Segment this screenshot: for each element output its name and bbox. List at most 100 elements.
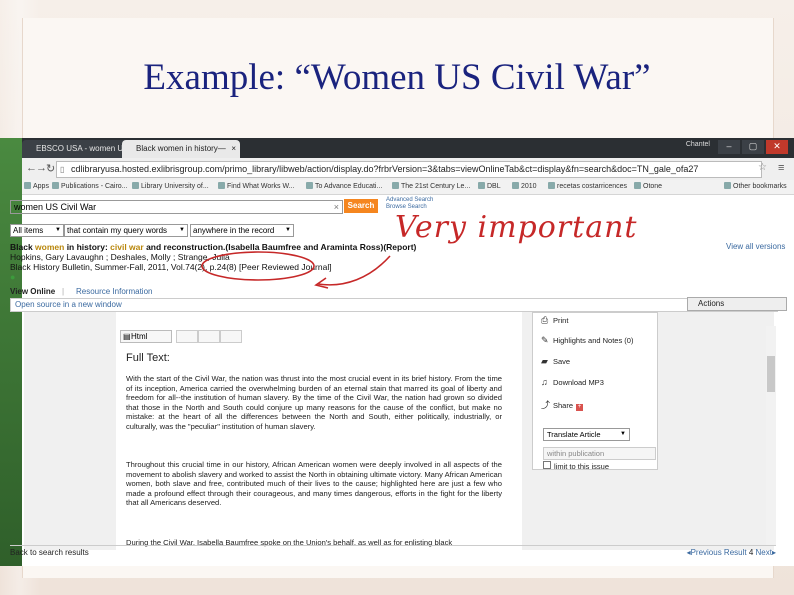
tab-view-online[interactable]: View Online xyxy=(10,286,55,298)
bookmark-item[interactable]: Library University of... xyxy=(132,180,209,194)
chevron-down-icon: ▼ xyxy=(620,431,626,437)
scrollbar-thumb[interactable] xyxy=(767,356,775,392)
view-all-versions-link[interactable]: View all versions xyxy=(726,242,785,251)
result-navigation: ◂Previous Result 4 Next▸ xyxy=(687,546,776,560)
url-text: cdlibraryusa.hosted.exlibrisgroup.com/pr… xyxy=(71,164,699,174)
chevron-down-icon: ▼ xyxy=(55,227,61,233)
tab-separator: | xyxy=(62,287,65,296)
download-mp3-tool[interactable]: ♫ Download MP3 xyxy=(541,377,604,387)
chevron-down-icon: ▼ xyxy=(179,227,185,233)
doc-toolbar-button[interactable] xyxy=(220,330,242,343)
address-bar: ← → ↻ ▯ cdlibraryusa.hosted.exlibrisgrou… xyxy=(22,158,794,181)
search-button[interactable]: Search xyxy=(344,199,378,213)
title-part: and reconstruction.(Isabella Baumfree an… xyxy=(143,242,417,252)
back-to-results-link[interactable]: Back to search results xyxy=(10,546,89,560)
translate-value: Translate Article xyxy=(547,430,601,439)
clear-search-icon[interactable]: × xyxy=(334,201,339,213)
browser-tab-ebsco[interactable]: EBSCO USA - women US× xyxy=(22,140,132,158)
browser-user[interactable]: Chantel xyxy=(686,141,710,148)
bookmark-item[interactable]: Publications - Cairo... xyxy=(52,180,128,194)
music-note-icon: ♫ xyxy=(541,377,548,387)
content-frame: Html Full Text: With the start of the Ci… xyxy=(24,312,774,550)
pencil-icon: ✎ xyxy=(541,335,549,345)
bookmark-item[interactable]: Find What Works W... xyxy=(218,180,295,194)
browser-screenshot: EBSCO USA - women US× Black women in his… xyxy=(0,138,794,566)
print-tool[interactable]: ⎙ Print xyxy=(541,315,568,326)
tab-label: EBSCO USA - women US xyxy=(36,144,129,153)
match-value: that contain my query words xyxy=(67,226,168,235)
bookmark-item[interactable]: recetas costarricences xyxy=(548,180,627,194)
search-links: Advanced Search Browse Search xyxy=(386,197,433,211)
minimize-button[interactable]: – xyxy=(718,140,740,154)
translate-select[interactable]: Translate Article ▼ xyxy=(543,428,630,441)
result-source: Black History Bulletin, Summer-Fall, 201… xyxy=(10,262,570,272)
save-tool[interactable]: ▰ Save xyxy=(541,356,570,367)
browser-tab-active[interactable]: Black women in history— × xyxy=(122,140,240,158)
title-part: Black xyxy=(10,242,36,252)
bookmark-item[interactable]: DBL xyxy=(478,180,501,194)
download-label: Download MP3 xyxy=(553,378,604,387)
tools-panel: ⎙ Print ✎ Highlights and Notes (0) ▰ Save ♫… xyxy=(532,312,658,471)
doc-toolbar-button[interactable] xyxy=(198,330,220,343)
window-controls: – ▢ ✕ xyxy=(718,140,788,154)
view-online-toolbar: Open source in a new window Actions xyxy=(10,297,787,312)
slide-title: Example: “Women US Civil War” xyxy=(143,57,651,98)
limit-to-issue-checkbox[interactable]: limit to this issue xyxy=(543,461,609,471)
tab-resource-information[interactable]: Resource Information xyxy=(76,286,152,298)
bookmarks-bar: Apps Publications - Cairo... Library Uni… xyxy=(22,180,794,195)
match-select[interactable]: that contain my query words ▼ xyxy=(64,224,188,237)
bookmark-item[interactable]: The 21st Century Le... xyxy=(392,180,470,194)
open-new-window-link[interactable]: Open source in a new window xyxy=(15,299,122,311)
html-format-button[interactable]: Html xyxy=(120,330,172,343)
result-footer: Back to search results ◂Previous Result … xyxy=(10,545,776,562)
paragraph-2: Throughout this crucial time in our hist… xyxy=(126,460,502,508)
share-label: Share xyxy=(553,401,574,410)
highlights-label: Highlights and Notes (0) xyxy=(553,336,634,345)
printer-icon: ⎙ xyxy=(541,315,549,325)
actions-menu[interactable]: Actions xyxy=(687,297,787,311)
share-tool[interactable]: ⤴ Share + xyxy=(541,398,584,411)
title-part: in history: xyxy=(64,242,111,252)
page-scrollbar[interactable] xyxy=(766,326,776,546)
close-tab-icon[interactable]: × xyxy=(231,140,236,158)
scope-value: All items xyxy=(13,226,44,235)
plus-icon: + xyxy=(576,404,584,411)
result-number: 4 xyxy=(748,548,754,557)
result-authors: Hopkins, Gary Lavaughn ; Deshales, Molly… xyxy=(10,252,230,262)
handwritten-annotation: Very important xyxy=(395,210,638,245)
bookmark-item[interactable]: To Advance Educati... xyxy=(306,180,382,194)
url-input[interactable]: ▯ cdlibraryusa.hosted.exlibrisgroup.com/… xyxy=(56,161,762,178)
source-text: Black History Bulletin, Summer-Fall, 201… xyxy=(10,262,237,272)
full-text-heading: Full Text: xyxy=(126,352,170,364)
bookmark-item[interactable]: Other bookmarks xyxy=(724,180,787,194)
highlights-tool[interactable]: ✎ Highlights and Notes (0) xyxy=(541,335,633,346)
page-icon: ▯ xyxy=(60,165,65,174)
field-select[interactable]: anywhere in the record ▼ xyxy=(190,224,294,237)
browser-menu-icon[interactable]: ≡ xyxy=(778,162,784,174)
doc-toolbar-button[interactable] xyxy=(176,330,198,343)
folder-icon: ▰ xyxy=(541,356,548,366)
previous-result-link[interactable]: ◂Previous Result xyxy=(687,548,747,557)
availability-icon: ● xyxy=(10,272,16,282)
field-value: anywhere in the record xyxy=(193,226,275,235)
print-label: Print xyxy=(553,316,569,325)
title-highlight: women xyxy=(35,242,65,252)
bookmark-star-icon[interactable]: ☆ xyxy=(758,162,767,173)
maximize-button[interactable]: ▢ xyxy=(742,140,764,154)
next-result-link[interactable]: Next▸ xyxy=(756,548,776,557)
save-label: Save xyxy=(553,357,571,366)
bookmark-item[interactable]: Otone xyxy=(634,180,662,194)
limit-label: limit to this issue xyxy=(554,462,610,471)
bookmark-item[interactable]: 2010 xyxy=(512,180,537,194)
title-highlight: civil war xyxy=(110,242,144,252)
search-input[interactable]: women US Civil War × xyxy=(10,200,343,214)
advanced-search-link[interactable]: Advanced Search xyxy=(386,197,433,204)
within-publication-input[interactable]: within publication xyxy=(543,447,656,460)
reload-icon[interactable]: ↻ xyxy=(46,162,55,175)
full-text-document: Html Full Text: With the start of the Ci… xyxy=(116,312,522,550)
bookmark-item[interactable]: Apps xyxy=(24,180,49,194)
peer-reviewed-label: [Peer Reviewed Journal] xyxy=(238,262,332,272)
search-result: Black women in history: civil war and re… xyxy=(10,242,570,282)
close-window-button[interactable]: ✕ xyxy=(766,140,788,154)
scope-select[interactable]: All items ▼ xyxy=(10,224,64,237)
